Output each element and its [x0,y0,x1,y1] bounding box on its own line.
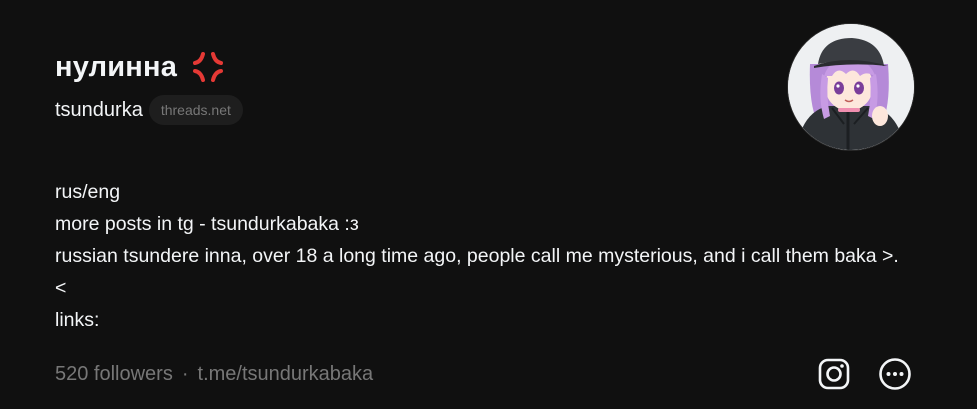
bio-line: rus/eng [55,181,121,203]
domain-badge[interactable]: threads.net [148,95,243,125]
username[interactable]: tsundurka [55,99,143,122]
more-options-button[interactable] [877,357,913,396]
bio-line: links: [55,309,100,331]
bio-line: more posts in tg - tsundurkabaka :з [55,213,359,235]
profile-header: нулинна tsundurka threads.net rus/eng mo… [0,0,977,409]
anger-symbol-icon [191,50,225,84]
bio-line: russian tsundere inna, over 18 a long ti… [55,245,899,299]
more-options-icon [878,357,912,396]
name-row: нулинна [55,50,225,84]
avatar[interactable] [787,23,915,151]
display-name: нулинна [55,50,178,83]
followers-count[interactable]: 520 followers [55,363,173,386]
external-link[interactable]: t.me/tsundurkabaka [198,363,374,386]
meta-separator: · [181,363,189,385]
instagram-button[interactable] [816,358,852,394]
handle-row: tsundurka threads.net [55,95,243,125]
instagram-icon [817,357,851,396]
bio: rus/eng more posts in tg - tsundurkabaka… [55,176,905,336]
profile-meta-row: 520 followers · t.me/tsundurkabaka [55,363,373,386]
avatar-image [788,24,914,150]
